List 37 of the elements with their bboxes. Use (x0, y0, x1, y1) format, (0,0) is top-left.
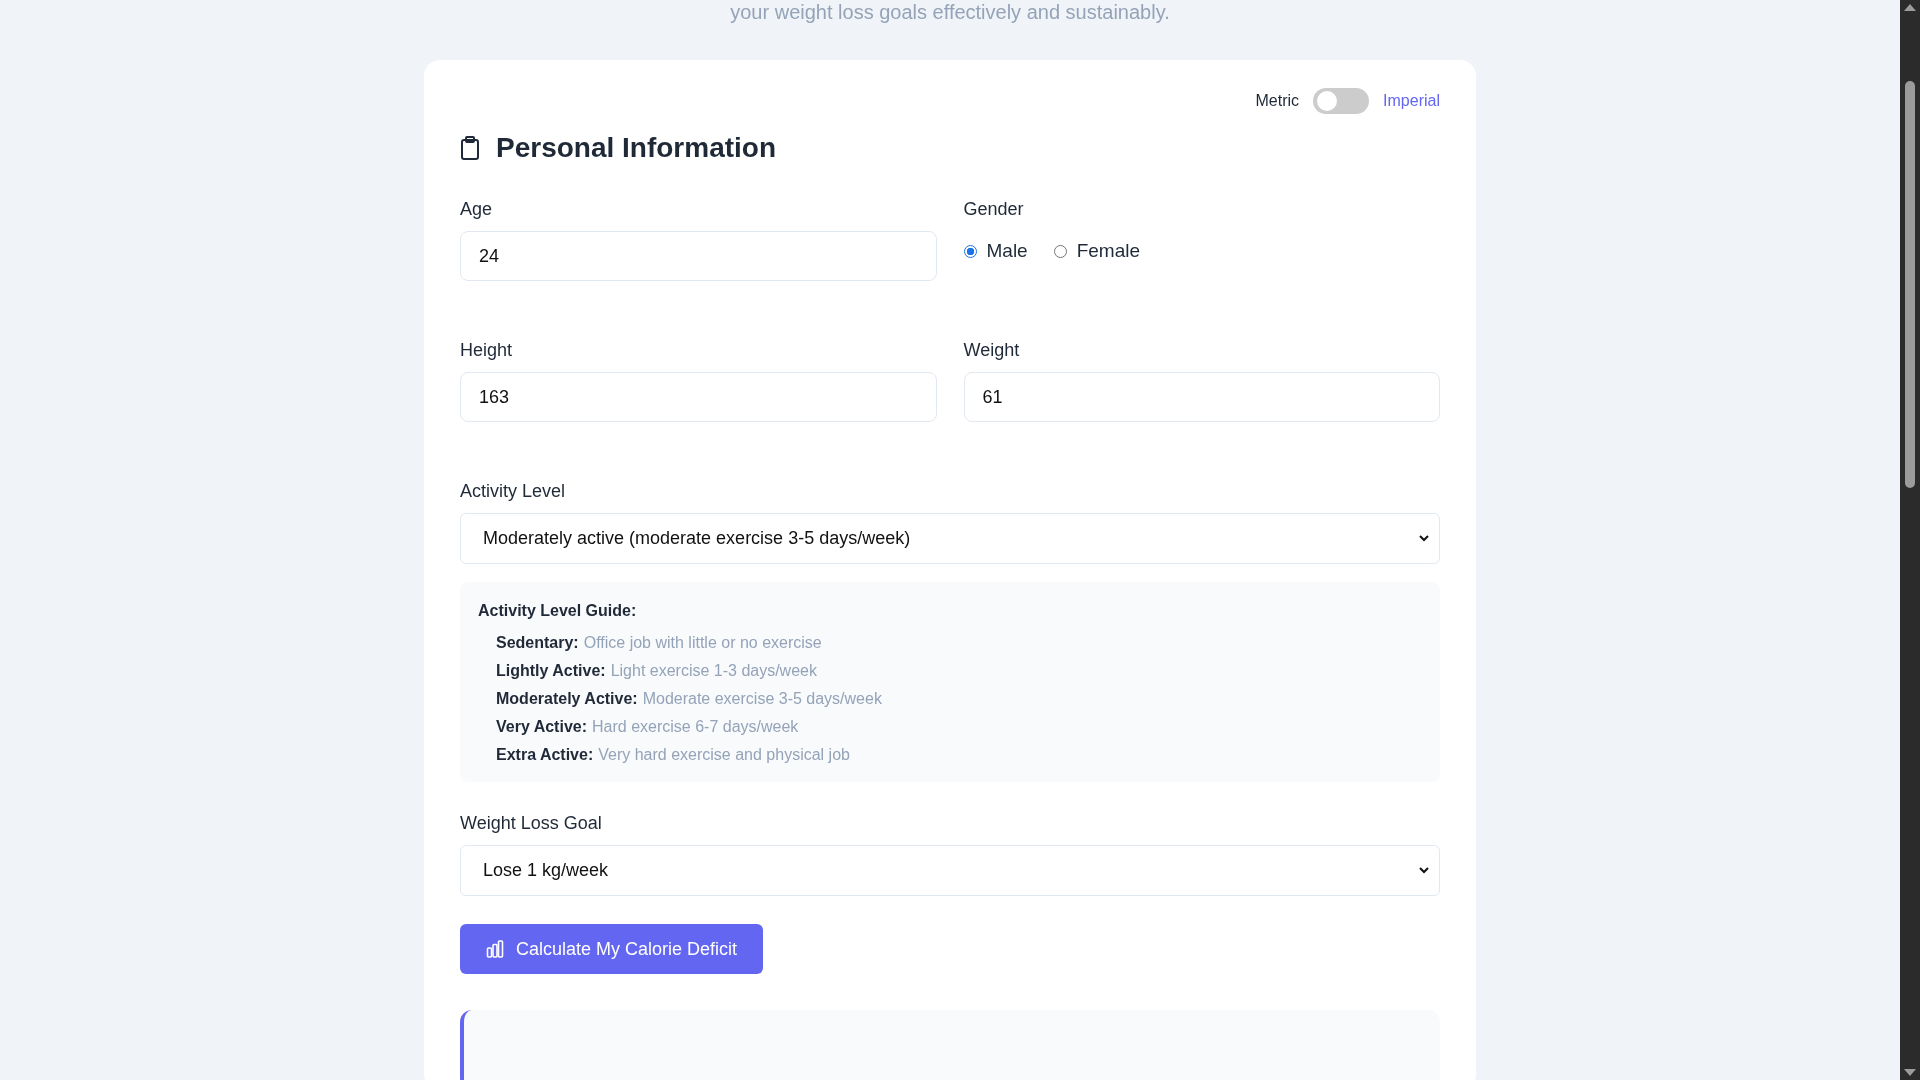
subtitle-text: your weight loss goals effectively and sustainably. (730, 0, 1170, 24)
bar-chart-icon (486, 940, 504, 958)
field-label: Height (460, 339, 514, 361)
radio-button[interactable] (963, 244, 977, 258)
field-label: Gender (963, 198, 1025, 220)
clipboard-icon (460, 136, 480, 160)
field-label: Age (460, 198, 494, 220)
radio-label[interactable]: Female (1076, 240, 1141, 262)
scrollbar[interactable] (1900, 0, 1920, 1080)
chevron-down-icon (1419, 867, 1429, 874)
guide-description: Moderate exercise 3-5 days/week (642, 690, 882, 708)
guide-description: Light exercise 1-3 days/week (610, 662, 817, 680)
guide-title: Activity Level Guide: (478, 602, 638, 620)
field-label: Weight (963, 339, 1021, 361)
unit-toggle-switch[interactable] (1313, 88, 1370, 114)
guide-term: Very Active: (496, 718, 587, 736)
weight-input[interactable]: 61 (963, 372, 1440, 422)
guide-term: Moderately Active: (496, 690, 638, 708)
weight-loss-goal-select[interactable]: Lose 1 kg/week (460, 845, 1440, 896)
age-input[interactable]: 24 (460, 231, 937, 281)
activity-level-select[interactable]: Moderately active (moderate exercise 3-5 days/week) (460, 513, 1440, 564)
section-title: Personal Information (496, 132, 777, 164)
radio-button[interactable] (1053, 244, 1067, 258)
guide-description: Hard exercise 6-7 days/week (592, 718, 799, 736)
guide-term: Lightly Active: (496, 662, 606, 680)
chevron-down-icon (1419, 535, 1429, 542)
unit-label: Imperial (1383, 92, 1440, 110)
field-label: Activity Level (460, 480, 567, 502)
height-input[interactable]: 163 (460, 372, 937, 422)
field-label: Weight Loss Goal (460, 812, 603, 834)
guide-description: Office job with little or no exercise (583, 634, 822, 652)
guide-term: Sedentary: (496, 634, 579, 652)
unit-label: Metric (1255, 92, 1300, 110)
guide-description: Very hard exercise and physical job (598, 746, 850, 764)
guide-term: Extra Active: (496, 746, 594, 764)
radio-label[interactable]: Male (986, 240, 1028, 262)
calculate-button[interactable]: Calculate My Calorie Deficit (460, 924, 764, 974)
